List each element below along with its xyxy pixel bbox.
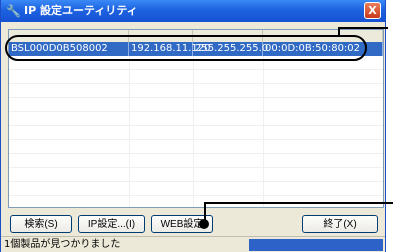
list-item — [9, 154, 383, 168]
status-message: 1個製品が見つかりました — [4, 239, 121, 250]
search-button[interactable]: 検索(S) — [10, 215, 72, 233]
close-icon: X — [368, 4, 377, 17]
device-name: BSL000D0B508002 — [9, 42, 129, 56]
window-title: IP 設定ユーティリティ — [24, 4, 138, 17]
device-mac: 00:0D:0B:50:80:02 — [263, 42, 383, 56]
status-progress-bar — [249, 239, 383, 251]
ip-settings-button[interactable]: IP設定...(I) — [78, 215, 145, 233]
list-item — [9, 168, 383, 182]
title-bar[interactable]: 🔧 IP 設定ユーティリティ X — [1, 0, 385, 22]
list-item — [9, 112, 383, 126]
list-item — [9, 140, 383, 154]
callout-line — [204, 202, 393, 204]
device-ip: 192.168.11.120 — [131, 42, 211, 56]
column-header-ip[interactable] — [129, 30, 193, 42]
exit-button[interactable]: 終了(X) — [302, 215, 378, 233]
status-bar: 1個製品が見つかりました — [1, 236, 385, 252]
device-list[interactable]: BSL000D0B508002 192.168.11.120 255.255.2… — [8, 29, 384, 208]
list-item[interactable]: BSL000D0B508002 192.168.11.120 255.255.2… — [9, 42, 383, 56]
list-item — [9, 98, 383, 112]
wrench-icon: 🔧 — [6, 4, 21, 18]
callout-dot — [199, 219, 209, 229]
ip-utility-window: 🔧 IP 設定ユーティリティ X BSL000D0B508002 192.168… — [0, 0, 386, 252]
list-item — [9, 126, 383, 140]
close-button[interactable]: X — [364, 2, 381, 19]
column-header-mac[interactable] — [263, 30, 383, 42]
list-item — [9, 56, 383, 70]
column-header-name[interactable] — [9, 30, 129, 42]
callout-line — [338, 27, 388, 29]
list-item — [9, 84, 383, 98]
list-item — [9, 182, 383, 196]
column-header-subnet[interactable] — [193, 30, 263, 42]
list-item — [9, 70, 383, 84]
device-subnet: 255.255.255.0 — [195, 42, 269, 56]
